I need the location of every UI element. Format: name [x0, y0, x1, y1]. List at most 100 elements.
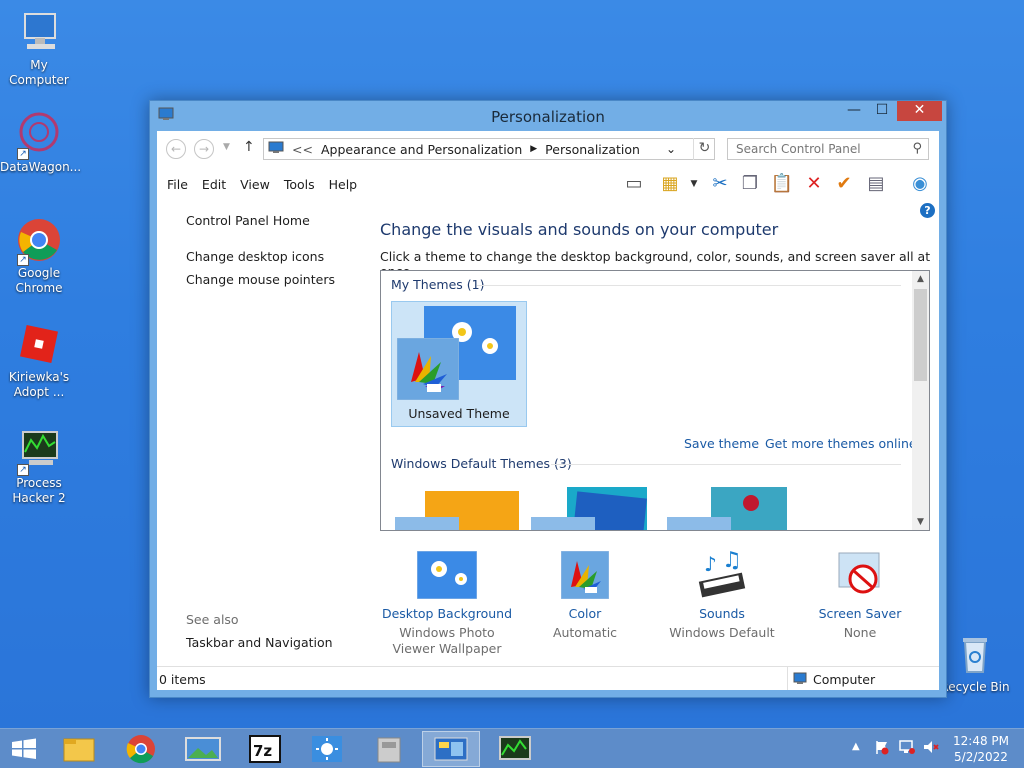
volume-muted-icon[interactable]	[922, 739, 940, 758]
theme-lines-thumbnail[interactable]	[531, 485, 655, 531]
menu-view[interactable]: View	[240, 177, 270, 192]
taskbar-app[interactable]	[360, 731, 418, 767]
taskbar-file-explorer[interactable]	[50, 731, 108, 767]
sounds-item[interactable]: ♪ ♫ Sounds Windows Default	[652, 548, 792, 641]
clock[interactable]: 12:48 PM 5/2/2022	[950, 733, 1012, 765]
checkmark-icon[interactable]: ✔	[831, 171, 857, 197]
sounds-value: Windows Default	[669, 625, 775, 640]
desktop-icon-datawagon[interactable]: ↗ DataWagon...	[0, 110, 81, 175]
desktop-icon-my-computer[interactable]: My Computer	[0, 8, 78, 88]
file-explorer-icon	[63, 738, 95, 762]
taskbar-chrome[interactable]	[112, 731, 170, 767]
menu-file[interactable]: File	[167, 177, 188, 192]
sidebar-control-panel-home[interactable]: Control Panel Home	[186, 213, 310, 228]
address-chevron[interactable]: <<	[292, 142, 313, 157]
window-client: ← → ▼ ↑ << Appearance and Personalizatio…	[157, 131, 939, 690]
taskbar-weather[interactable]	[298, 731, 356, 767]
sidebar-change-mouse-pointers[interactable]: Change mouse pointers	[186, 272, 335, 287]
breadcrumb-appearance[interactable]: Appearance and Personalization	[321, 142, 522, 157]
theme-windows-thumbnail[interactable]	[395, 491, 519, 531]
help-icon[interactable]: ?	[920, 203, 935, 218]
action-center-flag-icon[interactable]	[874, 739, 890, 758]
status-location: Computer	[813, 672, 876, 687]
taskbar-photo-viewer[interactable]	[174, 731, 232, 767]
scroll-down-icon[interactable]: ▼	[912, 517, 929, 527]
search-placeholder: Search Control Panel	[736, 142, 861, 156]
breadcrumb-separator-icon[interactable]: ▶	[530, 144, 537, 154]
desktop-background-item[interactable]: Desktop Background Windows Photo Viewer …	[377, 550, 517, 657]
folder-options-dropdown-icon[interactable]: ▼	[681, 171, 707, 197]
color-link[interactable]: Color	[515, 606, 655, 621]
theme-unsaved[interactable]: Unsaved Theme	[391, 301, 527, 427]
svg-text:♪: ♪	[704, 552, 717, 576]
close-button[interactable]: ✕	[897, 101, 942, 121]
cut-icon[interactable]: ✂	[707, 171, 733, 197]
sidebar-taskbar-navigation[interactable]: Taskbar and Navigation	[186, 635, 333, 650]
folder-options-icon[interactable]: ▦	[657, 171, 683, 197]
desktop-icon-label: Google Chrome	[15, 266, 63, 295]
recent-pages-chevron-icon[interactable]: ▼	[223, 142, 230, 152]
theme-list-scrollbar[interactable]: ▲ ▼	[912, 271, 929, 530]
sidebar-change-desktop-icons[interactable]: Change desktop icons	[186, 249, 324, 264]
address-bar[interactable]: << Appearance and Personalization ▶ Pers…	[263, 138, 715, 160]
paste-icon[interactable]: 📋	[769, 171, 795, 197]
start-button[interactable]	[0, 731, 48, 767]
screen-saver-link[interactable]: Screen Saver	[790, 606, 930, 621]
address-dropdown-icon[interactable]: ⌄	[666, 142, 676, 156]
desktop-background-link[interactable]: Desktop Background	[377, 606, 517, 621]
network-icon[interactable]	[898, 739, 916, 758]
shell-icon[interactable]: ◉	[907, 171, 933, 197]
process-hacker-taskbar-icon	[499, 736, 531, 760]
see-also-label: See also	[186, 612, 239, 627]
desktop-icon-recycle-bin[interactable]: Recycle Bin	[936, 630, 1014, 695]
scroll-up-icon[interactable]: ▲	[912, 274, 929, 284]
address-control-panel-icon	[268, 141, 284, 157]
maximize-button[interactable]: ☐	[868, 101, 896, 121]
color-icon	[560, 550, 610, 600]
minimize-button[interactable]: —	[840, 101, 868, 121]
forward-button[interactable]: →	[194, 139, 214, 159]
menu-edit[interactable]: Edit	[202, 177, 226, 192]
scrollbar-thumb[interactable]	[914, 289, 927, 381]
shortcut-arrow-icon: ↗	[17, 148, 29, 160]
show-hidden-icons[interactable]: ▲	[852, 741, 860, 752]
theme-unsaved-label: Unsaved Theme	[408, 406, 510, 421]
status-bar: 0 items Computer	[157, 666, 939, 690]
up-arrow-icon[interactable]: ↑	[243, 139, 255, 155]
chrome-icon: ↗	[15, 216, 63, 266]
status-computer-icon	[793, 672, 809, 688]
window-title: Personalization	[491, 108, 605, 126]
get-more-themes-link[interactable]: Get more themes online	[765, 436, 917, 451]
sounds-link[interactable]: Sounds	[652, 606, 792, 621]
application-icon	[377, 737, 401, 763]
computer-icon	[15, 8, 63, 56]
title-bar[interactable]: Personalization — ☐ ✕	[150, 101, 946, 131]
layout-pane-icon[interactable]: ▭	[621, 171, 647, 197]
screen-saver-item[interactable]: Screen Saver None	[790, 551, 930, 641]
search-input[interactable]: Search Control Panel ⚲	[727, 138, 929, 160]
properties-icon[interactable]: ▤	[863, 171, 889, 197]
windows-logo-icon	[12, 738, 36, 759]
desktop-icon-label: Process Hacker 2	[12, 476, 66, 505]
taskbar-7zip[interactable]: 7z	[236, 731, 294, 767]
desktop-icon-process-hacker[interactable]: ↗ Process Hacker 2	[0, 426, 78, 506]
menu-tools[interactable]: Tools	[284, 177, 315, 192]
desktop-icon-roblox[interactable]: Kiriewka's Adopt ...	[0, 320, 78, 400]
search-icon[interactable]: ⚲	[912, 141, 922, 156]
theme-flowers-thumbnail[interactable]	[667, 487, 791, 531]
color-item[interactable]: Color Automatic	[515, 550, 655, 641]
refresh-button[interactable]: ↻	[693, 138, 715, 160]
taskbar-process-hacker[interactable]	[486, 731, 544, 767]
taskbar: 7z ▲ 12:48 PM 5/2/2022	[0, 728, 1024, 768]
copy-icon[interactable]: ❐	[737, 171, 763, 197]
roblox-icon	[15, 320, 63, 368]
back-button[interactable]: ←	[166, 139, 186, 159]
datawagon-icon: ↗	[15, 110, 63, 160]
save-theme-link[interactable]: Save theme	[684, 436, 759, 451]
theme-list[interactable]: My Themes (1) Unsaved Theme Save theme G…	[380, 270, 930, 531]
delete-icon[interactable]: ✕	[801, 171, 827, 197]
desktop-icon-chrome[interactable]: ↗ Google Chrome	[0, 216, 78, 296]
taskbar-control-panel[interactable]	[422, 731, 480, 767]
menu-help[interactable]: Help	[329, 177, 358, 192]
breadcrumb-personalization[interactable]: Personalization	[545, 142, 640, 157]
